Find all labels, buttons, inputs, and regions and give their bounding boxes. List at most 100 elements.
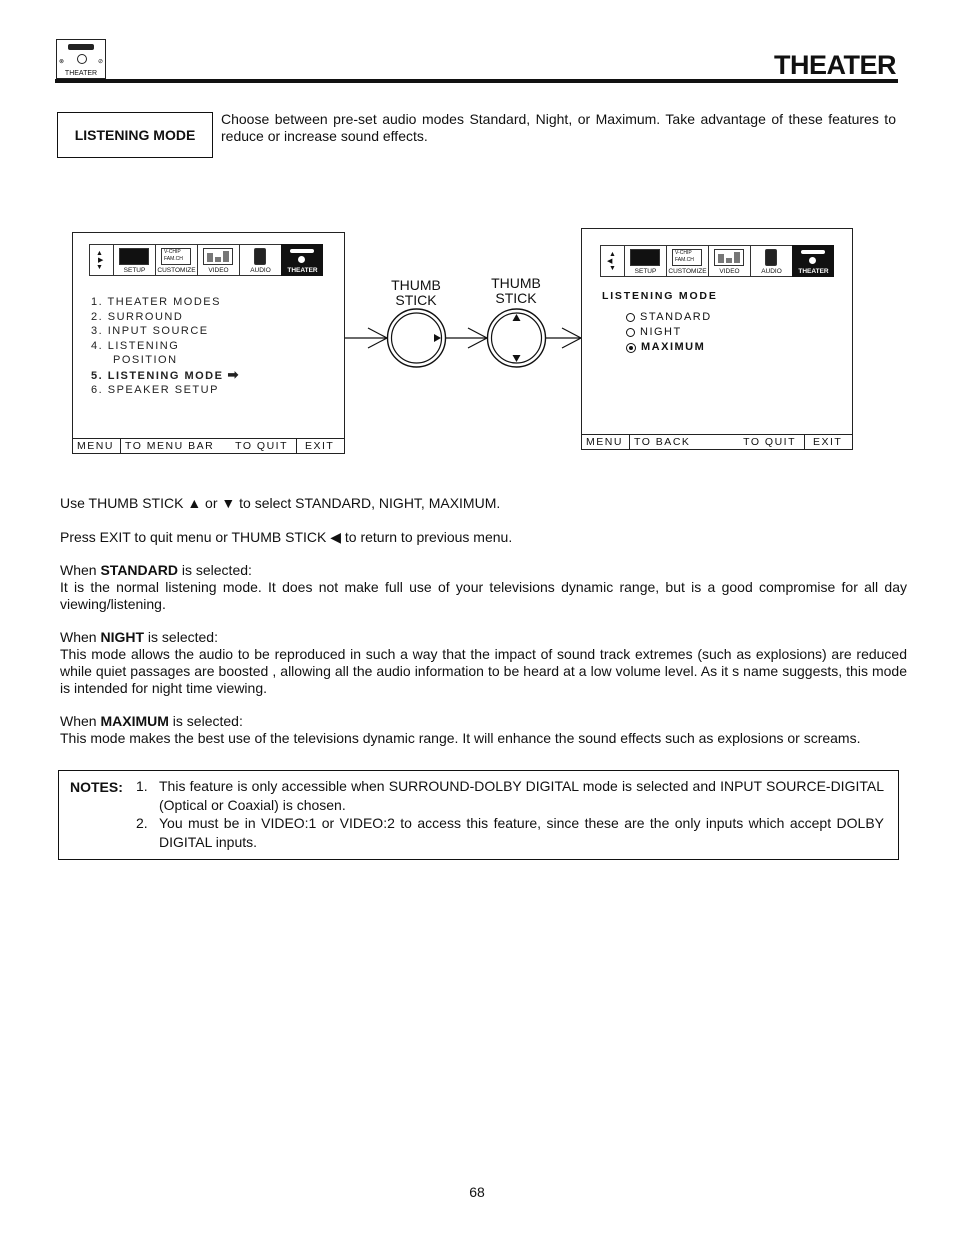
footer-action: TO MENU BAR <box>125 440 215 452</box>
mode-standard-description: When STANDARD is selected: It is the nor… <box>60 562 907 613</box>
tab-label: VIDEO <box>719 268 740 275</box>
customize-line: V-CHIP <box>164 249 181 255</box>
menu-item-theater-modes[interactable]: 1. THEATER MODES <box>91 295 240 310</box>
tab-customize[interactable]: V-CHIP FAM.CH CUSTOMIZE <box>155 244 197 276</box>
menu-item-listening-mode[interactable]: 5. LISTENING MODE ➡ <box>91 366 240 384</box>
screen-footer: MENU TO BACK TO QUIT EXIT <box>582 434 852 449</box>
tab-label: THEATER <box>287 267 318 274</box>
theater-icon <box>287 248 317 265</box>
option-standard[interactable]: STANDARD <box>626 310 712 325</box>
tab-nav-arrows[interactable]: ▲ ◀ ▼ <box>600 245 624 277</box>
thumbstick-flow-diagram <box>345 308 583 368</box>
note-item: 2. You must be in VIDEO:1 or VIDEO:2 to … <box>136 814 884 852</box>
person-icon <box>77 54 87 64</box>
listening-mode-options: STANDARD NIGHT MAXIMUM <box>626 310 712 355</box>
thumbstick-up-down-icon <box>486 308 547 368</box>
intro-description: Choose between pre-set audio modes Stand… <box>221 111 896 144</box>
speaker-right-icon: ⊘ <box>97 59 103 65</box>
tab-video[interactable]: VIDEO <box>708 245 750 277</box>
menu-tab-bar: ▲ ▶ ▼ SETUP V-CHIP FAM.CH CUSTOMIZE VIDEO … <box>89 244 323 276</box>
tab-theater[interactable]: THEATER <box>281 244 323 276</box>
note-item: 1. This feature is only accessible when … <box>136 777 884 815</box>
mode-heading: When NIGHT is selected: <box>60 629 907 646</box>
text: When <box>60 713 101 729</box>
option-night[interactable]: NIGHT <box>626 325 712 340</box>
mode-heading: When STANDARD is selected: <box>60 562 907 579</box>
screen-footer: MENU TO MENU BAR TO QUIT EXIT <box>73 438 344 453</box>
menu-item-listening-position[interactable]: 4. LISTENING <box>91 339 240 354</box>
customize-line: FAM.CH <box>164 256 183 262</box>
tab-audio[interactable]: AUDIO <box>239 244 281 276</box>
radio-unselected-icon[interactable] <box>626 313 635 322</box>
mode-maximum-description: When MAXIMUM is selected: This mode make… <box>60 713 907 747</box>
menu-item-label: 5. LISTENING MODE <box>91 369 224 382</box>
mode-text: This mode allows the audio to be reprodu… <box>60 646 907 696</box>
footer-exit: EXIT <box>296 439 344 453</box>
note-text: This feature is only accessible when SUR… <box>159 778 884 813</box>
listening-mode-heading: LISTENING MODE <box>602 290 718 302</box>
menu-item-surround[interactable]: 2. SURROUND <box>91 310 240 325</box>
audio-speaker-icon <box>765 249 777 266</box>
customize-icon: V-CHIP FAM.CH <box>161 248 191 265</box>
audio-speaker-icon <box>254 248 266 265</box>
thumbstick-label-line: STICK <box>495 290 537 306</box>
mode-heading: When MAXIMUM is selected: <box>60 713 907 730</box>
tab-label: SETUP <box>123 267 146 274</box>
thumbstick-label-line: THUMB <box>491 275 541 291</box>
text: When <box>60 562 101 578</box>
menu-item-speaker-setup[interactable]: 6. SPEAKER SETUP <box>91 383 240 398</box>
footer-quit: TO QUIT <box>743 436 796 448</box>
section-icon-label: THEATER <box>64 70 98 77</box>
theater-menu-list: 1. THEATER MODES 2. SURROUND 3. INPUT SO… <box>91 295 240 398</box>
tab-theater[interactable]: THEATER <box>792 245 834 277</box>
customize-line: V-CHIP <box>675 250 692 256</box>
mode-name: STANDARD <box>100 562 178 578</box>
tv-menu-screen-theater: ▲ ▶ ▼ SETUP V-CHIP FAM.CH CUSTOMIZE VIDEO … <box>72 232 345 454</box>
nav-arrows-icon: ▲ ▶ ▼ <box>96 250 104 271</box>
note-number: 1. <box>136 778 148 794</box>
tv-menu-screen-listening-mode: ▲ ◀ ▼ SETUP V-CHIP FAM.CH CUSTOMIZE VIDEO … <box>581 228 853 450</box>
arrow-right-icon: ➡ <box>227 366 240 382</box>
text: or <box>201 495 222 511</box>
triangle-down-icon: ▼ <box>221 495 236 511</box>
menu-tab-bar: ▲ ◀ ▼ SETUP V-CHIP FAM.CH CUSTOMIZE VIDEO … <box>600 245 834 277</box>
footer-menu: MENU <box>73 439 121 453</box>
option-label: STANDARD <box>640 311 712 323</box>
menu-item-listening-position-cont[interactable]: POSITION <box>91 353 240 368</box>
triangle-left-icon: ◀ <box>330 529 342 545</box>
note-text: You must be in VIDEO:1 or VIDEO:2 to acc… <box>159 815 884 850</box>
tab-setup[interactable]: SETUP <box>113 244 155 276</box>
customize-icon: V-CHIP FAM.CH <box>672 249 702 266</box>
tab-nav-arrows[interactable]: ▲ ▶ ▼ <box>89 244 113 276</box>
option-maximum[interactable]: MAXIMUM <box>626 340 712 355</box>
tab-audio[interactable]: AUDIO <box>750 245 792 277</box>
menu-item-input-source[interactable]: 3. INPUT SOURCE <box>91 324 240 339</box>
thumbstick-label: THUMB STICK <box>386 278 446 308</box>
tab-setup[interactable]: SETUP <box>624 245 666 277</box>
mode-night-description: When NIGHT is selected: This mode allows… <box>60 629 907 697</box>
instruction-select: Use THUMB STICK ▲ or ▼ to select STANDAR… <box>60 495 907 512</box>
mode-text: It is the normal listening mode. It does… <box>60 579 907 612</box>
text: is selected: <box>177 562 252 578</box>
footer-hint: TO MENU BAR TO QUIT <box>121 439 296 453</box>
note-number: 2. <box>136 815 148 831</box>
footer-menu: MENU <box>582 435 630 449</box>
text: to return to previous menu. <box>341 529 513 545</box>
lamp-icon <box>68 44 94 50</box>
page-number: 68 <box>469 1184 485 1200</box>
tab-video[interactable]: VIDEO <box>197 244 239 276</box>
footer-quit: TO QUIT <box>235 440 288 452</box>
thumbstick-right-icon <box>386 308 447 368</box>
footer-action: TO BACK <box>634 436 691 448</box>
tab-customize[interactable]: V-CHIP FAM.CH CUSTOMIZE <box>666 245 708 277</box>
text: Use THUMB STICK <box>60 495 188 511</box>
mode-text: This mode makes the best use of the tele… <box>60 730 861 746</box>
text: Press EXIT to quit menu or THUMB STICK <box>60 529 331 545</box>
speaker-left-icon: ⊗ <box>59 59 65 65</box>
text: is selected: <box>168 713 243 729</box>
radio-unselected-icon[interactable] <box>626 328 635 337</box>
tab-label: CUSTOMIZE <box>157 267 196 274</box>
tab-label: THEATER <box>798 268 829 275</box>
tab-label: VIDEO <box>208 267 229 274</box>
radio-selected-icon[interactable] <box>626 342 636 353</box>
